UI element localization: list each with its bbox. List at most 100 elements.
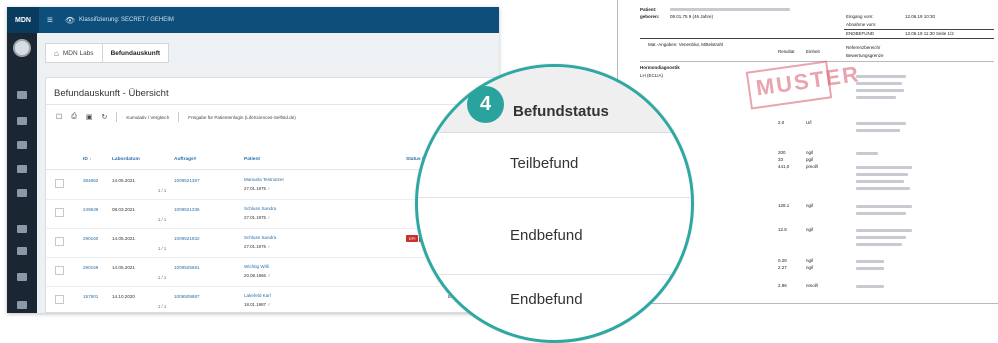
column-patient[interactable]: Patient — [244, 157, 260, 162]
tab-bar: ⌂ MDN Labs Befundauskunft — [45, 43, 170, 63]
row-patient-name[interactable]: Lakefeld Karl — [244, 293, 271, 298]
row-date: 14.10.2020 — [112, 294, 135, 299]
user-icon[interactable] — [17, 301, 27, 309]
chart-icon[interactable] — [17, 141, 27, 149]
unit-header: Einheit — [806, 49, 820, 54]
endbefund-label: ENDBEFUND — [846, 31, 875, 36]
column-labordatum[interactable]: Labordatum — [112, 157, 140, 162]
pdf-icon[interactable]: ▣ — [86, 113, 93, 121]
row-count: 1 / 1 — [158, 275, 167, 280]
born-label: geboren: — [640, 14, 660, 19]
column-auftrag[interactable]: Auftrags# — [174, 157, 196, 162]
row-checkbox[interactable] — [55, 266, 64, 275]
test-unit: U/l — [806, 120, 812, 125]
row-checkbox[interactable] — [55, 179, 64, 188]
row-count: 1 / 1 — [158, 188, 167, 193]
female-icon: ♀ — [267, 186, 271, 191]
test-unit: ng/l — [806, 227, 814, 232]
row-id[interactable]: 157901 — [83, 294, 98, 299]
row-checkbox[interactable] — [55, 208, 64, 217]
test-value: 2.0 — [778, 120, 785, 125]
refresh-icon[interactable]: ↻ — [102, 113, 108, 121]
befundstatus-value: Endbefund — [510, 227, 583, 244]
row-id[interactable]: 249636 — [83, 207, 98, 212]
tab-mdn-labs[interactable]: ⌂ MDN Labs — [45, 43, 103, 63]
row-patient-name[interactable]: Manuela Testnutzer — [244, 177, 284, 182]
row-patient-dob: 27.01.1975 ♀ — [244, 244, 271, 249]
dob-text: 27.01.1975 — [244, 215, 266, 220]
row-checkbox[interactable] — [55, 295, 64, 304]
eingang-value: 12.06.19 10:30 — [905, 14, 936, 19]
test-unit: pg/l — [806, 157, 814, 162]
row-id[interactable]: 290160 — [83, 236, 98, 241]
abnahme-label: Abnahme vom: — [846, 22, 877, 27]
row-auftrag[interactable]: 1009521357 — [174, 178, 200, 183]
avatar[interactable] — [13, 39, 31, 57]
row-auftrag[interactable]: 1009521832 — [174, 236, 200, 241]
step-badge: 4 — [467, 86, 504, 123]
row-checkbox[interactable] — [55, 237, 64, 246]
patient-label: Patient: — [640, 7, 657, 12]
reference-range — [856, 229, 912, 232]
tab-label: Befundauskunft — [110, 49, 161, 57]
row-auftrag[interactable]: 1009525681 — [174, 265, 200, 270]
reference-range — [856, 212, 906, 215]
male-icon: ♂ — [267, 273, 271, 278]
stats-icon[interactable] — [17, 273, 27, 281]
table-row[interactable]: 157901 14.10.2020 1 / 1 1009509887 Lakef… — [46, 287, 499, 313]
reference-range — [856, 82, 902, 85]
female-icon: ♀ — [267, 215, 271, 220]
mail-icon[interactable] — [17, 225, 27, 233]
result-header: Resultat — [778, 49, 795, 54]
row-patient-name[interactable]: Schluss Sandra — [244, 235, 276, 240]
document-icon[interactable] — [17, 189, 27, 197]
folder-icon[interactable] — [17, 165, 27, 173]
menu-icon[interactable]: ≡ — [47, 15, 53, 26]
redacted-text — [670, 8, 790, 11]
compare-button[interactable]: Kumulativ / Vergleich — [126, 115, 169, 120]
row-count: 1 / 1 — [158, 304, 167, 309]
born-value: 08.01.75 9 (46 Jahre) — [670, 14, 714, 19]
dob-text: 20.08.1966 — [244, 273, 266, 278]
list-icon[interactable] — [17, 117, 27, 125]
divider — [640, 38, 994, 39]
status-badge[interactable]: EPI — [406, 235, 419, 242]
befundstatus-value: Teilbefund — [510, 155, 579, 172]
reference-header-2: Bewertungsgrenze — [846, 53, 884, 58]
print-icon[interactable]: ⎙ — [71, 113, 77, 121]
row-patient-dob: 20.08.1966 ♂ — [244, 273, 271, 278]
test-unit: pmol/l — [806, 164, 819, 169]
reference-range — [856, 267, 884, 270]
home-icon: ⌂ — [54, 48, 59, 58]
row-patient-dob: 27.01.1975 ♀ — [244, 215, 271, 220]
select-all-checkbox[interactable]: ☐ — [56, 113, 62, 121]
row-patient-name[interactable]: Schluss Sandra — [244, 206, 276, 211]
reference-range — [856, 236, 906, 239]
classification-label: Klassifizierung: SECRET / GEHEIM — [79, 17, 174, 23]
dob-text: 27.01.1975 — [244, 186, 266, 191]
home-icon[interactable] — [17, 91, 27, 99]
brand-logo[interactable]: MDN — [7, 7, 39, 33]
row-auftrag[interactable]: 1009509887 — [174, 294, 200, 299]
calendar-icon[interactable] — [17, 247, 27, 255]
divider — [418, 274, 691, 275]
row-patient-name[interactable]: Wichtig Willi — [244, 264, 269, 269]
column-id[interactable]: ID ↓ — [83, 157, 92, 162]
row-patient-dob: 18.01.1987 ♂ — [244, 302, 271, 307]
test-value: 128.1 — [778, 203, 790, 208]
tab-befundauskunft[interactable]: Befundauskunft — [101, 43, 170, 63]
row-count: 1 / 1 — [158, 246, 167, 251]
row-id[interactable]: 290159 — [83, 265, 98, 270]
test-unit: ng/l — [806, 258, 814, 263]
female-icon: ♀ — [267, 244, 271, 249]
row-date: 14.05.2021 — [112, 236, 135, 241]
reference-range — [856, 75, 906, 78]
test-value: 2.96 — [778, 283, 787, 288]
release-button[interactable]: Freigabe für Patientenlogin (LifeScience… — [188, 115, 296, 120]
row-id[interactable]: 384862 — [83, 178, 98, 183]
row-auftrag[interactable]: 1009521336 — [174, 207, 200, 212]
magnifier-lens: Befundstatus Teilbefund Endbefund Endbef… — [415, 64, 694, 343]
row-count: 1 / 1 — [158, 217, 167, 222]
page-title: Befundauskunft - Übersicht — [54, 88, 169, 99]
test-unit: ng/l — [806, 203, 814, 208]
